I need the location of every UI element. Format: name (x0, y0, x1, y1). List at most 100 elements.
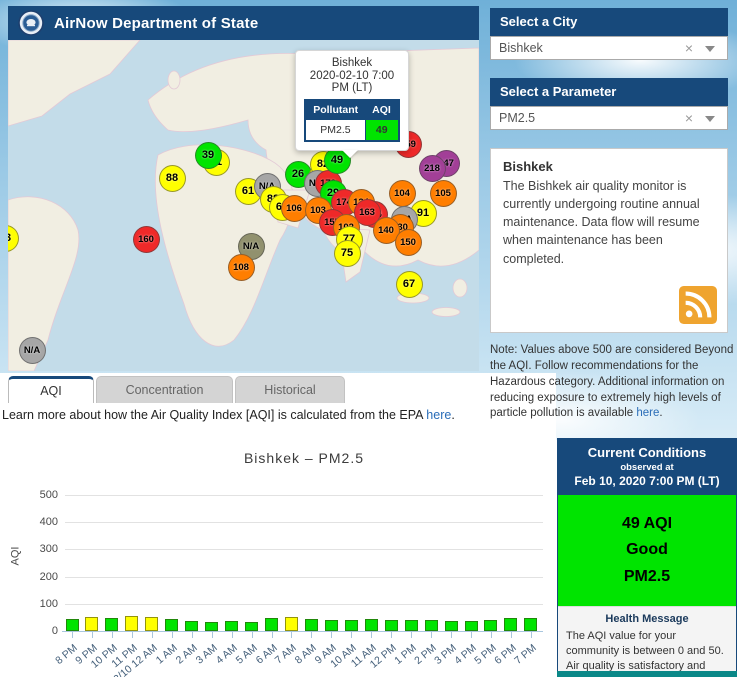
note-link[interactable]: here (636, 407, 659, 419)
chart-y-axis-label: AQI (9, 547, 21, 566)
chart-bar[interactable] (265, 618, 278, 631)
chart-bar[interactable] (305, 619, 318, 631)
app-header: AirNow Department of State (8, 6, 479, 40)
aqi-value: 49 AQI (562, 511, 732, 537)
chart-bar[interactable] (325, 620, 338, 631)
chart-x-tick (232, 632, 233, 638)
chart-bar[interactable] (484, 620, 497, 631)
chart-bar[interactable] (205, 622, 218, 631)
world-map[interactable]: 51398816053N/AN/A10861N/A8860106266982N/… (8, 40, 479, 371)
observed-at-label: observed at (562, 462, 732, 473)
tab-concentration[interactable]: Concentration (96, 376, 233, 403)
app-title: AirNow Department of State (54, 15, 258, 32)
city-clear-icon[interactable]: × (685, 37, 693, 59)
note-text: Note: Values above 500 are considered Be… (490, 344, 733, 419)
chart-x-tick (471, 632, 472, 638)
chart-bar[interactable] (125, 616, 138, 631)
health-message-text: The AQI value for your community is betw… (566, 629, 728, 677)
dos-seal-logo (18, 10, 44, 36)
chart-x-tick (391, 632, 392, 638)
chart-bar[interactable] (66, 619, 79, 631)
aqi-pollutant: PM2.5 (562, 564, 732, 590)
chart-y-tick-label: 300 (24, 543, 58, 555)
aqi-marker[interactable]: 218 (419, 155, 446, 182)
chart-x-tick (411, 632, 412, 638)
chart-bar[interactable] (345, 620, 358, 631)
chart-bar[interactable] (385, 620, 398, 631)
popup-pointer (342, 150, 358, 158)
parameter-clear-icon[interactable]: × (685, 107, 693, 129)
chart-bar[interactable] (225, 621, 238, 631)
chart-x-tick (132, 632, 133, 638)
chart-bar[interactable] (145, 617, 158, 631)
chart-title: Bishkek – PM2.5 (65, 450, 543, 466)
city-select-combobox[interactable]: Bishkek × (490, 36, 728, 60)
learn-more-line: Learn more about how the Air Quality Ind… (2, 408, 455, 422)
chart-x-tick (112, 632, 113, 638)
chart-bar[interactable] (105, 618, 118, 631)
chart-bar[interactable] (285, 617, 298, 631)
chart-y-tick-label: 200 (24, 571, 58, 583)
chart-bar[interactable] (165, 619, 178, 631)
popup-aqi-header: AQI (365, 100, 399, 120)
chart-bar[interactable] (425, 620, 438, 631)
aqi-bar-chart: Bishkek – PM2.5 AQI 01002003004005008 PM… (0, 438, 548, 677)
chart-bar[interactable] (365, 619, 378, 631)
chart-x-tick (72, 632, 73, 638)
tab-historical[interactable]: Historical (235, 376, 345, 403)
aqi-marker[interactable]: 104 (389, 180, 416, 207)
aqi-summary-block: 49 AQI Good PM2.5 (558, 495, 736, 606)
rss-icon[interactable] (679, 286, 717, 324)
aqi-marker[interactable]: 75 (334, 240, 361, 267)
chart-x-tick (172, 632, 173, 638)
aqi-marker[interactable]: N/A (19, 337, 46, 364)
popup-pollutant-value: PM2.5 (305, 120, 365, 142)
popup-aqi-table: Pollutant AQI PM2.5 49 (304, 99, 400, 142)
aqi-marker[interactable]: 105 (430, 180, 457, 207)
chart-y-tick-label: 500 (24, 489, 58, 501)
chart-bar[interactable] (524, 618, 537, 631)
city-select-value: Bishkek (499, 41, 543, 55)
tab-aqi[interactable]: AQI (8, 376, 94, 403)
city-chevron-down-icon[interactable] (705, 46, 715, 52)
aqi-marker[interactable]: 150 (395, 229, 422, 256)
parameter-select-header: Select a Parameter (490, 78, 728, 106)
aqi-marker[interactable]: 106 (281, 195, 308, 222)
chart-x-tick (272, 632, 273, 638)
map-popup: Bishkek 2020-02-10 7:00 PM (LT) Pollutan… (295, 50, 409, 151)
aqi-marker[interactable]: 67 (396, 271, 423, 298)
chart-x-tick (192, 632, 193, 638)
city-info-box: Bishkek The Bishkek air quality monitor … (490, 148, 728, 333)
chart-x-tick (92, 632, 93, 638)
learn-more-link[interactable]: here (426, 408, 451, 422)
city-info-title: Bishkek (503, 159, 715, 174)
chart-bar[interactable] (445, 621, 458, 631)
popup-pollutant-header: Pollutant (305, 100, 365, 120)
chart-x-tick (511, 632, 512, 638)
chart-y-tick-label: 400 (24, 516, 58, 528)
aqi-marker[interactable]: 160 (133, 226, 160, 253)
chart-bar[interactable] (245, 622, 258, 631)
beyond-aqi-note: Note: Values above 500 are considered Be… (490, 343, 736, 422)
chart-bar[interactable] (405, 620, 418, 631)
aqi-marker[interactable]: 39 (195, 142, 222, 169)
current-conditions-title: Current Conditions (562, 445, 732, 460)
chart-gridline (65, 577, 543, 578)
popup-aqi-value: 49 (365, 120, 399, 142)
popup-city: Bishkek (301, 57, 403, 69)
aqi-marker[interactable]: 108 (228, 254, 255, 281)
current-conditions-panel: Current Conditions observed at Feb 10, 2… (557, 438, 737, 671)
chart-bar[interactable] (185, 621, 198, 631)
chart-bar[interactable] (504, 618, 517, 631)
chart-gridline (65, 522, 543, 523)
aqi-marker[interactable]: 88 (159, 165, 186, 192)
chart-bar[interactable] (85, 617, 98, 631)
parameter-select-combobox[interactable]: PM2.5 × (490, 106, 728, 130)
tab-bar: AQI Concentration Historical (8, 376, 345, 403)
parameter-chevron-down-icon[interactable] (705, 116, 715, 122)
page: AirNow Department of State 51398816053N/… (0, 0, 737, 677)
chart-bar[interactable] (465, 621, 478, 631)
chart-x-tick (431, 632, 432, 638)
chart-x-tick (491, 632, 492, 638)
chart-x-tick (531, 632, 532, 638)
